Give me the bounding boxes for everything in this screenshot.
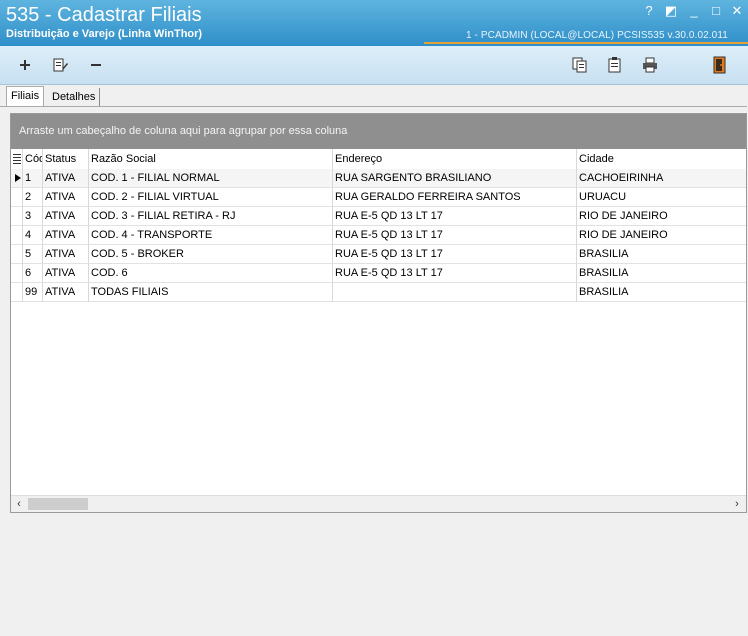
cell-status[interactable]: ATIVA (43, 188, 89, 207)
table-row[interactable]: 5 ATIVA COD. 5 - BROKER RUA E-5 QD 13 LT… (11, 245, 746, 264)
copy-icon (572, 57, 587, 73)
edit-button[interactable] (50, 56, 70, 74)
edit-icon (53, 58, 68, 72)
cell-status[interactable]: ATIVA (43, 264, 89, 283)
clipboard-button[interactable] (605, 56, 625, 74)
cell-status[interactable]: ATIVA (43, 283, 89, 302)
exit-button[interactable] (710, 56, 730, 74)
add-button[interactable] (15, 56, 35, 74)
cell-razao-social[interactable]: COD. 3 - FILIAL RETIRA - RJ (89, 207, 333, 226)
cell-cidade[interactable]: URUACU (577, 188, 746, 207)
print-button[interactable] (640, 56, 660, 74)
add-icon (20, 60, 30, 70)
scroll-left-button[interactable]: ‹ (11, 496, 27, 512)
title-bar: 535 - Cadastrar Filiais Distribuição e V… (0, 0, 748, 46)
cell-razao-social[interactable]: COD. 1 - FILIAL NORMAL (89, 169, 333, 188)
cell-cidade[interactable]: BRASILIA (577, 283, 746, 302)
copy-button[interactable] (570, 56, 590, 74)
row-indicator (11, 226, 23, 245)
scroll-right-button[interactable]: › (729, 496, 745, 512)
cell-razao-social[interactable]: TODAS FILIAIS (89, 283, 333, 302)
cell-cod[interactable]: 1 (23, 169, 43, 188)
cell-status[interactable]: ATIVA (43, 169, 89, 188)
window-title: 535 - Cadastrar Filiais (6, 4, 202, 26)
toolbar (0, 46, 748, 85)
group-by-panel[interactable]: Arraste um cabeçalho de coluna aqui para… (11, 114, 746, 149)
row-indicator (11, 169, 23, 188)
cell-cidade[interactable]: RIO DE JANEIRO (577, 207, 746, 226)
grid-header: Cód Status Razão Social Endereço Cidade (11, 149, 746, 170)
row-indicator (11, 264, 23, 283)
cell-endereco[interactable]: RUA E-5 QD 13 LT 17 (333, 207, 577, 226)
maximize-button[interactable]: □ (708, 4, 724, 18)
help-button[interactable]: ? (641, 4, 657, 18)
cell-razao-social[interactable]: COD. 5 - BROKER (89, 245, 333, 264)
column-header-endereco[interactable]: Endereço (333, 149, 577, 169)
print-icon (643, 57, 657, 73)
tab-filiais[interactable]: Filiais (6, 86, 45, 108)
cell-razao-social[interactable]: COD. 4 - TRANSPORTE (89, 226, 333, 245)
tab-detalhes[interactable]: Detalhes (48, 88, 101, 106)
cell-endereco[interactable] (333, 283, 577, 302)
restore-layout-button[interactable]: ◩ (663, 4, 679, 18)
tab-strip: Filiais Detalhes (0, 86, 748, 108)
cell-endereco[interactable]: RUA SARGENTO BRASILIANO (333, 169, 577, 188)
cell-cod[interactable]: 2 (23, 188, 43, 207)
cell-endereco[interactable]: RUA GERALDO FERREIRA SANTOS (333, 188, 577, 207)
cell-cod[interactable]: 6 (23, 264, 43, 283)
column-header-status[interactable]: Status (43, 149, 89, 169)
column-header-cod[interactable]: Cód (23, 149, 43, 169)
cell-status[interactable]: ATIVA (43, 207, 89, 226)
table-row[interactable]: 6 ATIVA COD. 6 RUA E-5 QD 13 LT 17 BRASI… (11, 264, 746, 283)
cell-cidade[interactable]: BRASILIA (577, 245, 746, 264)
horizontal-scrollbar[interactable]: ‹ › (11, 495, 746, 512)
row-indicator (11, 207, 23, 226)
current-row-arrow-icon (15, 174, 21, 182)
title-accent-line (424, 42, 748, 44)
session-info: 1 - PCADMIN (LOCAL@LOCAL) PCSIS535 v.30.… (466, 30, 728, 41)
cell-endereco[interactable]: RUA E-5 QD 13 LT 17 (333, 245, 577, 264)
exit-icon (713, 56, 726, 74)
cell-endereco[interactable]: RUA E-5 QD 13 LT 17 (333, 226, 577, 245)
cell-cod[interactable]: 4 (23, 226, 43, 245)
cell-status[interactable]: ATIVA (43, 226, 89, 245)
cell-cod[interactable]: 3 (23, 207, 43, 226)
row-indicator (11, 245, 23, 264)
close-button[interactable]: ✕ (729, 4, 745, 18)
cell-cod[interactable]: 5 (23, 245, 43, 264)
window-subtitle: Distribuição e Varejo (Linha WinThor) (6, 28, 203, 40)
remove-button[interactable] (86, 56, 106, 74)
column-header-razao-social[interactable]: Razão Social (89, 149, 333, 169)
cell-cidade[interactable]: RIO DE JANEIRO (577, 226, 746, 245)
column-chooser-button[interactable] (11, 149, 23, 169)
cell-cidade[interactable]: BRASILIA (577, 264, 746, 283)
column-header-cidade[interactable]: Cidade (577, 149, 746, 169)
row-indicator (11, 283, 23, 302)
cell-razao-social[interactable]: COD. 2 - FILIAL VIRTUAL (89, 188, 333, 207)
clipboard-icon (608, 57, 621, 73)
cell-cod[interactable]: 99 (23, 283, 43, 302)
cell-razao-social[interactable]: COD. 6 (89, 264, 333, 283)
filiais-grid[interactable]: Arraste um cabeçalho de coluna aqui para… (10, 113, 747, 513)
minimize-button[interactable]: _ (686, 4, 702, 18)
cell-status[interactable]: ATIVA (43, 245, 89, 264)
scroll-thumb[interactable] (28, 498, 88, 510)
remove-icon (91, 64, 101, 66)
row-indicator (11, 188, 23, 207)
table-row[interactable]: 2 ATIVA COD. 2 - FILIAL VIRTUAL RUA GERA… (11, 188, 746, 207)
cell-endereco[interactable]: RUA E-5 QD 13 LT 17 (333, 264, 577, 283)
table-row[interactable]: 1 ATIVA COD. 1 - FILIAL NORMAL RUA SARGE… (11, 169, 746, 188)
table-row[interactable]: 4 ATIVA COD. 4 - TRANSPORTE RUA E-5 QD 1… (11, 226, 746, 245)
column-chooser-icon (13, 154, 21, 164)
cell-cidade[interactable]: CACHOEIRINHA (577, 169, 746, 188)
table-row[interactable]: 99 ATIVA TODAS FILIAIS BRASILIA (11, 283, 746, 302)
table-row[interactable]: 3 ATIVA COD. 3 - FILIAL RETIRA - RJ RUA … (11, 207, 746, 226)
